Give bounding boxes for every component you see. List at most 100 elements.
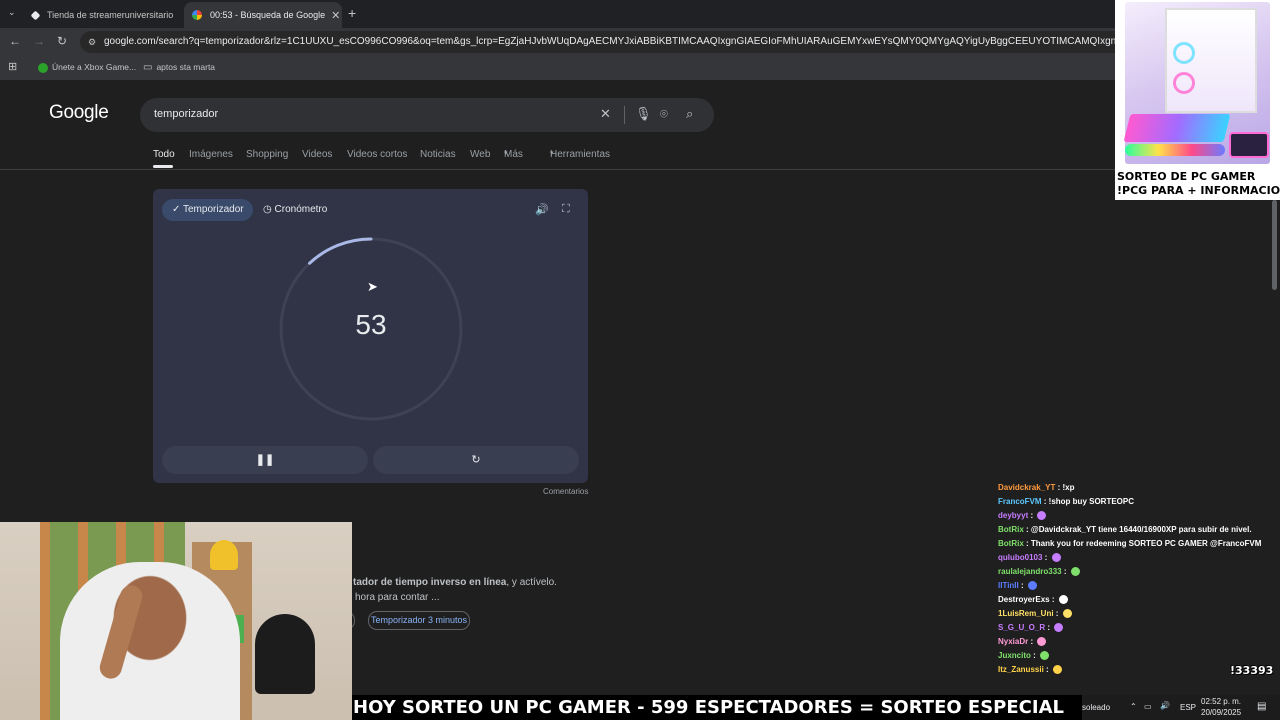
chat-separator: : — [1028, 511, 1036, 520]
chat-username[interactable]: BotRix — [998, 525, 1024, 534]
windows-taskbar: soleado ⌃ ▭ 🔊 ESP 02:52 p. m. 20/09/2025… — [1082, 695, 1280, 720]
chat-message: BotRix : Thank you for redeeming SORTEO … — [998, 539, 1261, 548]
address-bar[interactable]: ⚙ google.com/search?q=temporizador&rlz=1… — [80, 31, 1115, 53]
chat-username[interactable]: FrancoFVM — [998, 497, 1042, 506]
stopwatch-mode-label: Cronómetro — [274, 204, 328, 215]
chat-message: qulubo0103 : — [998, 553, 1061, 563]
tray-chevron-icon[interactable]: ⌃ — [1130, 702, 1137, 711]
network-icon[interactable]: ▭ — [1144, 702, 1152, 711]
chat-message: Itz_Zanussii : — [998, 665, 1062, 675]
bookmark-aptos[interactable]: ▭ aptos sta marta — [143, 62, 215, 73]
volume-icon[interactable]: 🔊 — [1160, 701, 1170, 710]
browser-tab-store[interactable]: Tienda de streameruniversitario ✕ — [24, 2, 180, 28]
chat-username[interactable]: deybyyt — [998, 511, 1028, 520]
chat-separator: : — [1018, 581, 1026, 590]
volume-icon[interactable]: 🔊 — [535, 203, 549, 216]
chat-message: deybyyt : — [998, 511, 1047, 521]
tab-noticias[interactable]: Noticias — [420, 149, 456, 160]
chat-username[interactable]: S_G_U_O_R — [998, 623, 1045, 632]
fullscreen-icon[interactable]: ⛶ — [562, 203, 570, 216]
reset-icon: ↻ — [471, 454, 481, 466]
browser-tab-google[interactable]: 00:53 - Búsqueda de Google ✕ — [184, 2, 342, 28]
chat-separator: : — [1023, 525, 1031, 534]
chat-separator: : — [1061, 567, 1069, 576]
chat-separator: : — [1023, 539, 1031, 548]
emote-icon — [1070, 567, 1080, 577]
back-icon[interactable]: ← — [9, 34, 21, 48]
close-icon[interactable]: ✕ — [173, 9, 180, 22]
tab-web[interactable]: Web — [470, 149, 490, 160]
lens-camera-icon[interactable]: ⌾ — [660, 106, 668, 122]
reload-icon[interactable]: ↻ — [57, 34, 67, 48]
scrollbar-thumb[interactable] — [1272, 200, 1277, 290]
chevron-down-icon: ▾ — [504, 150, 508, 157]
chat-username[interactable]: Itz_Zanussii — [998, 665, 1044, 674]
check-icon: ✓ — [172, 204, 181, 215]
forward-icon[interactable]: → — [33, 34, 45, 48]
chat-text: @Davidckrak_YT tiene 16440/16900XP para … — [1030, 525, 1252, 534]
tab-videos[interactable]: Videos — [302, 149, 332, 160]
search-icon[interactable]: ⌕ — [686, 106, 693, 122]
timer-mode-label: Temporizador — [183, 204, 244, 215]
chat-username[interactable]: 1LuisRem_Uni — [998, 609, 1054, 618]
fan-icon — [1173, 42, 1195, 64]
chat-text: Thank you for redeeming SORTEO PC GAMER … — [1030, 539, 1262, 548]
weather-label[interactable]: soleado — [1082, 703, 1110, 712]
timer-widget: ✓ Temporizador ◷ Cronómetro 🔊 ⛶ 53 ➤ ❚❚ … — [153, 189, 588, 483]
clear-icon[interactable]: ✕ — [600, 106, 611, 122]
search-input[interactable]: temporizador — [154, 108, 218, 120]
chat-separator: : — [1030, 651, 1039, 660]
new-tab-icon[interactable]: + — [348, 5, 356, 21]
site-info-icon[interactable]: ⚙ — [88, 31, 96, 53]
giveaway-ticker: HOY SORTEO UN PC GAMER - 599 ESPECTADORE… — [352, 695, 1082, 720]
fan-icon — [1173, 72, 1195, 94]
search-box[interactable]: temporizador ✕ 🎙 ⌾ ⌕ — [140, 98, 714, 132]
chat-username[interactable]: IITinII — [998, 581, 1019, 590]
chat-message: DestroyerExs : — [998, 595, 1068, 605]
related-chip-temporizador-3-minutos[interactable]: Temporizador 3 minutos — [368, 611, 470, 630]
url-text: google.com/search?q=temporizador&rlz=1C1… — [104, 36, 1115, 47]
chat-separator: : — [1042, 553, 1050, 562]
timer-seconds[interactable]: 53 — [276, 309, 466, 341]
result-snippet: tador de tiempo inverso en línea, y actí… — [353, 577, 557, 588]
tab-shopping[interactable]: Shopping — [246, 149, 288, 160]
chat-username[interactable]: BotRix — [998, 539, 1024, 548]
comments-link[interactable]: Comentarios — [543, 487, 588, 496]
stopwatch-mode-button[interactable]: ◷ Cronómetro — [263, 199, 327, 221]
notifications-icon[interactable]: ▤ — [1257, 701, 1266, 712]
clock-date[interactable]: 20/09/2025 — [1201, 708, 1241, 717]
timer-mode-button[interactable]: ✓ Temporizador — [162, 199, 253, 221]
chat-text: !shop buy SORTEOPC — [1048, 497, 1135, 506]
clock-time[interactable]: 02:52 p. m. — [1201, 697, 1241, 706]
chat-username[interactable]: NyxiaDr — [998, 637, 1028, 646]
chat-message: Davidckrak_YT : !xp — [998, 483, 1074, 492]
pause-button[interactable]: ❚❚ — [162, 446, 368, 474]
chat-username[interactable]: raulalejandro333 — [998, 567, 1062, 576]
tab-imagenes[interactable]: Imágenes — [189, 149, 233, 160]
tab-title: Tienda de streameruniversitario — [47, 10, 174, 20]
chat-username[interactable]: DestroyerExs — [998, 595, 1050, 604]
google-logo[interactable]: Google — [49, 102, 109, 124]
mousepad-image — [1229, 132, 1269, 158]
chat-message: NyxiaDr : — [998, 637, 1047, 647]
chat-message: IITinII : — [998, 581, 1037, 591]
apps-grid-icon[interactable]: ⊞ — [8, 60, 17, 73]
chat-username[interactable]: Juxncito — [998, 651, 1031, 660]
chat-username[interactable]: Davidckrak_YT — [998, 483, 1055, 492]
emote-icon — [1037, 511, 1047, 521]
tab-search-chevron-icon[interactable]: ⌄ — [8, 7, 16, 18]
tab-todo[interactable]: Todo — [153, 149, 175, 160]
active-tab-indicator — [153, 165, 173, 168]
language-indicator[interactable]: ESP — [1180, 703, 1196, 712]
chat-username[interactable]: qulubo0103 — [998, 553, 1042, 562]
tab-strip: ⌄ Tienda de streameruniversitario ✕ 00:5… — [0, 0, 1115, 28]
microphone-icon[interactable]: 🎙 — [635, 106, 652, 122]
emote-icon — [1037, 637, 1047, 647]
close-icon[interactable]: ✕ — [325, 9, 340, 22]
tab-videos-cortos[interactable]: Videos cortos — [347, 149, 407, 160]
reset-button[interactable]: ↻ — [373, 446, 579, 474]
viewer-count: !33393 — [1230, 664, 1274, 677]
bookmark-xbox[interactable]: Únete a Xbox Game... — [38, 62, 136, 73]
bookmark-label: aptos sta marta — [156, 62, 216, 72]
bookmarks-bar: ⊞ Únete a Xbox Game... ▭ aptos sta marta — [0, 56, 1115, 80]
